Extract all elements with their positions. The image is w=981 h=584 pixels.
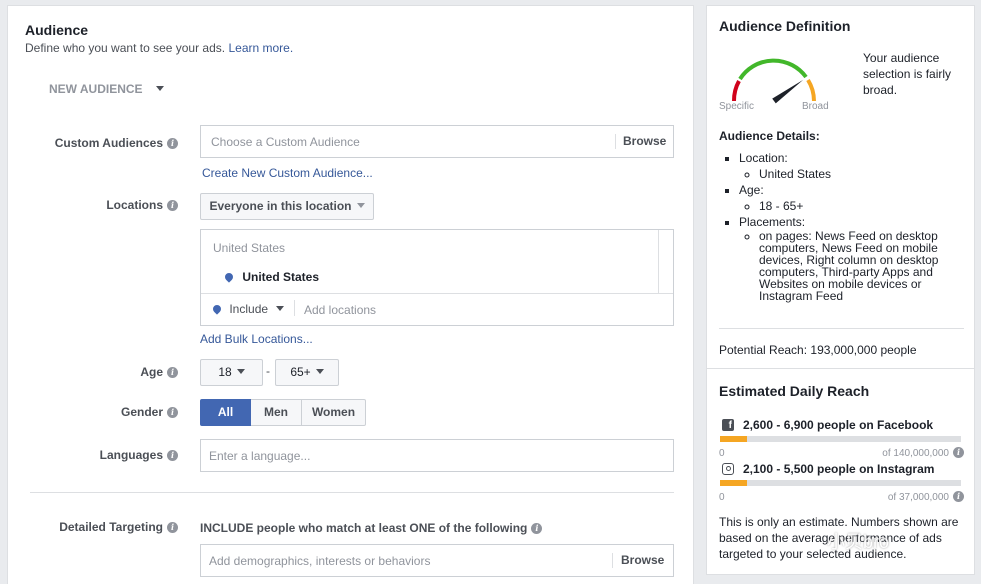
gauge-needle [772,79,804,104]
info-icon[interactable]: i [531,523,543,534]
chevron-down-icon [315,369,324,374]
language-input[interactable]: Enter a language... [200,439,674,472]
gender-all-button[interactable]: All [200,399,251,426]
location-pin-icon [223,271,235,283]
age-min-dropdown[interactable]: 18 [200,359,263,386]
scrollbar[interactable] [658,230,659,293]
divider [719,328,964,329]
location-type-dropdown[interactable]: Everyone in this location [200,193,374,220]
divider [201,293,673,294]
instagram-reach-bar [720,480,961,486]
audience-size-gauge [731,58,816,104]
section-divider [30,492,674,493]
browse-button[interactable]: Browse [621,553,664,567]
chevron-down-icon [155,86,164,91]
locations-label: Locations i [18,198,178,212]
potential-reach: Potential Reach: 193,000,000 people [719,343,917,357]
age-max-dropdown[interactable]: 65+ [275,359,339,386]
detail-age-value: 18 - 65+ [759,198,969,214]
create-custom-audience-link[interactable]: Create New Custom Audience... [202,166,373,180]
info-icon[interactable]: i [167,367,178,378]
gender-men-button[interactable]: Men [251,399,302,426]
info-icon[interactable]: i [167,522,178,533]
facebook-reach-bar [720,436,961,442]
divider [615,134,616,149]
detail-age: Age: 18 - 65+ [739,182,969,214]
gender-label: Gender i [18,405,178,419]
languages-label: Languages i [18,448,178,462]
detailed-targeting-input[interactable]: Add demographics, interests or behaviors… [200,544,674,577]
browse-button[interactable]: Browse [623,134,666,148]
info-icon[interactable]: i [953,491,964,502]
instagram-reach: 2,100 - 5,500 people on Instagram [743,462,935,476]
info-icon[interactable]: i [167,138,178,149]
estimated-daily-reach-title: Estimated Daily Reach [719,383,870,399]
chevron-down-icon [236,369,245,374]
audience-panel: Audience Define who you want to see your… [7,5,694,584]
locations-box: United States United States Include Add … [200,229,674,326]
info-icon[interactable]: i [953,447,964,458]
gauge-specific-segment [731,80,741,102]
audience-title: Audience [25,22,89,38]
info-icon[interactable]: i [167,407,178,418]
detail-placements: Placements: on pages: News Feed on deskt… [739,214,969,302]
instagram-icon [722,463,734,475]
watermark: 小贝bro [827,532,890,552]
chevron-down-icon [356,203,365,208]
detail-placements-value: on pages: News Feed on desktop computers… [759,230,949,302]
gauge-specific-label: Specific [719,101,755,112]
instagram-reach-max: of 37,000,000 i [888,491,964,503]
info-icon[interactable]: i [167,450,178,461]
location-group-header: United States [213,241,286,255]
age-dash: - [266,364,270,378]
facebook-reach-max: of 140,000,000 i [882,447,964,459]
audience-breadth-status: Your audience selection is fairly broad. [863,51,952,97]
add-locations-input[interactable]: Add locations [304,303,376,317]
audience-subtitle: Define who you want to see your ads. Lea… [25,41,294,55]
facebook-icon: f [722,419,734,431]
gauge-broad-label: Broad [802,101,829,112]
custom-audience-input[interactable]: Choose a Custom Audience Browse [200,125,674,158]
divider [294,300,295,316]
include-dropdown[interactable]: Include [211,302,285,316]
include-criteria-text: INCLUDE people who match at least ONE of… [200,521,543,535]
chevron-down-icon [276,306,285,311]
audience-details-title: Audience Details: [719,129,820,143]
add-bulk-locations-link[interactable]: Add Bulk Locations... [200,332,313,346]
detail-location: Location: United States [739,150,969,182]
divider [612,553,613,568]
new-audience-dropdown[interactable]: NEW AUDIENCE [49,82,164,96]
instagram-reach-bar-fill [720,480,747,486]
audience-details-list: Location: United States Age: 18 - 65+ Pl… [719,150,969,302]
facebook-reach-bar-fill [720,436,747,442]
gauge-mid-segment [738,58,808,81]
info-icon[interactable]: i [167,200,178,211]
facebook-reach-min: 0 [719,448,725,459]
age-label: Age i [18,365,178,379]
selected-location[interactable]: United States [223,270,319,284]
custom-audiences-label: Custom Audiences i [18,136,178,150]
audience-summary-panel: Audience Definition Specific Broad Your … [706,5,975,575]
audience-definition-title: Audience Definition [719,18,851,34]
section-divider [707,368,974,369]
instagram-reach-min: 0 [719,492,725,503]
facebook-reach: 2,600 - 6,900 people on Facebook [743,418,934,432]
gender-toggle: All Men Women [200,399,366,426]
location-pin-icon [211,303,223,315]
gender-women-button[interactable]: Women [302,399,366,426]
learn-more-link[interactable]: Learn more. [228,41,293,55]
gauge-broad-segment [806,78,816,102]
detailed-targeting-label: Detailed Targeting i [18,520,178,534]
detail-location-value: United States [759,166,969,182]
